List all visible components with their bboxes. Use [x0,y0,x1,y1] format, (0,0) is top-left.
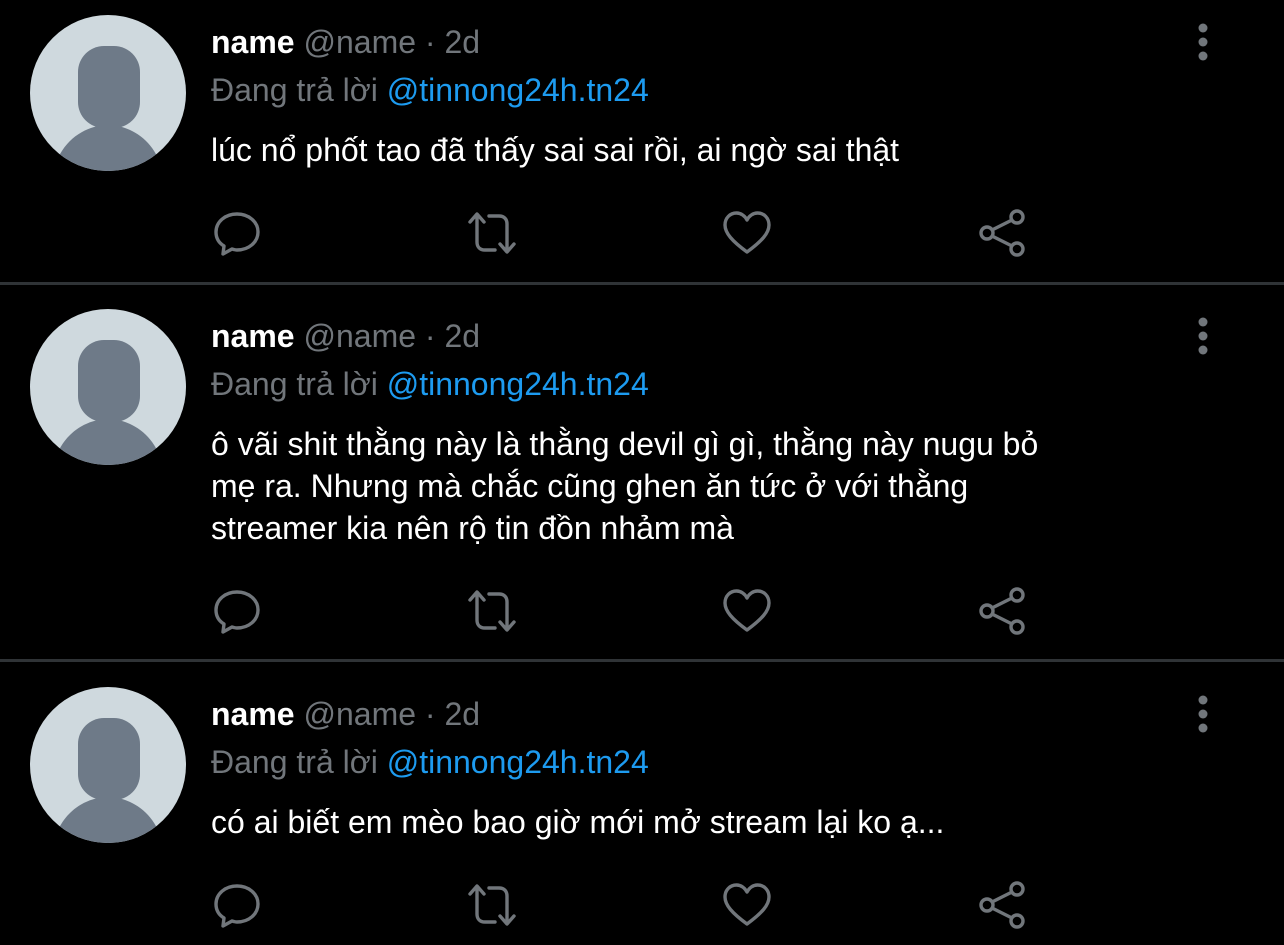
avatar[interactable] [30,687,186,843]
user-handle[interactable]: @name [303,24,416,60]
retweet-button[interactable] [465,208,519,258]
action-bar [0,880,1284,930]
avatar[interactable] [30,15,186,171]
like-icon [723,883,771,926]
retweet-icon [468,212,516,254]
tweet[interactable]: name @name · 2d Đang trả lời @tinnong24h… [0,0,1284,282]
timestamp[interactable]: 2d [444,318,480,354]
share-icon [979,587,1025,635]
user-handle[interactable]: @name [303,318,416,354]
more-options-button[interactable] [1186,22,1220,62]
reply-button[interactable] [210,880,264,930]
separator-dot: · [424,696,436,732]
action-bar [0,208,1284,258]
replying-to-line: Đang trả lời @tinnong24h.tn24 [211,742,649,782]
avatar[interactable] [30,309,186,465]
separator-dot: · [424,24,436,60]
tweet-text: ô vãi shit thằng này là thằng devil gì g… [211,423,1191,549]
share-button[interactable] [975,208,1029,258]
default-avatar-icon [53,340,163,465]
share-button[interactable] [975,586,1029,636]
like-button[interactable] [720,880,774,930]
more-icon [1198,695,1208,733]
like-button[interactable] [720,586,774,636]
reply-icon [214,212,260,256]
more-options-button[interactable] [1186,316,1220,356]
replying-to-label: Đang trả lời [211,744,378,780]
display-name[interactable]: name [211,318,295,354]
mention-link[interactable]: @tinnong24h.tn24 [387,366,649,402]
tweet-header: name @name · 2d [211,694,480,734]
display-name[interactable]: name [211,24,295,60]
share-button[interactable] [975,880,1029,930]
tweet-header: name @name · 2d [211,22,480,62]
tweet-header: name @name · 2d [211,316,480,356]
timestamp[interactable]: 2d [444,696,480,732]
tweet-text-line: mẹ ra. Nhưng mà chắc cũng ghen ăn tức ở … [211,468,969,504]
default-avatar-icon [53,718,163,843]
reply-icon [214,884,260,928]
replying-to-line: Đang trả lời @tinnong24h.tn24 [211,364,649,404]
reply-button[interactable] [210,208,264,258]
reply-icon [214,590,260,634]
timestamp[interactable]: 2d [444,24,480,60]
like-button[interactable] [720,208,774,258]
separator-dot: · [424,318,436,354]
tweet-text-line: có ai biết em mèo bao giờ mới mở stream … [211,804,945,840]
more-options-button[interactable] [1186,694,1220,734]
tweet-text: lúc nổ phốt tao đã thấy sai sai rồi, ai … [211,129,1191,171]
replying-to-line: Đang trả lời @tinnong24h.tn24 [211,70,649,110]
tweet-feed: name @name · 2d Đang trả lời @tinnong24h… [0,0,1284,945]
tweet[interactable]: name @name · 2d Đang trả lời @tinnong24h… [0,285,1284,659]
reply-button[interactable] [210,586,264,636]
more-icon [1198,23,1208,61]
retweet-icon [468,590,516,632]
retweet-button[interactable] [465,880,519,930]
share-icon [979,209,1025,257]
mention-link[interactable]: @tinnong24h.tn24 [387,72,649,108]
mention-link[interactable]: @tinnong24h.tn24 [387,744,649,780]
replying-to-label: Đang trả lời [211,366,378,402]
share-icon [979,881,1025,929]
action-bar [0,586,1284,636]
like-icon [723,589,771,632]
tweet-text-line: ô vãi shit thằng này là thằng devil gì g… [211,426,1039,462]
display-name[interactable]: name [211,696,295,732]
replying-to-label: Đang trả lời [211,72,378,108]
more-icon [1198,317,1208,355]
default-avatar-icon [53,46,163,171]
like-icon [723,211,771,254]
tweet-text-line: lúc nổ phốt tao đã thấy sai sai rồi, ai … [211,132,900,168]
tweet[interactable]: name @name · 2d Đang trả lời @tinnong24h… [0,662,1284,945]
user-handle[interactable]: @name [303,696,416,732]
retweet-icon [468,884,516,926]
tweet-text: có ai biết em mèo bao giờ mới mở stream … [211,801,1191,843]
retweet-button[interactable] [465,586,519,636]
tweet-text-line: streamer kia nên rộ tin đồn nhảm mà [211,510,734,546]
